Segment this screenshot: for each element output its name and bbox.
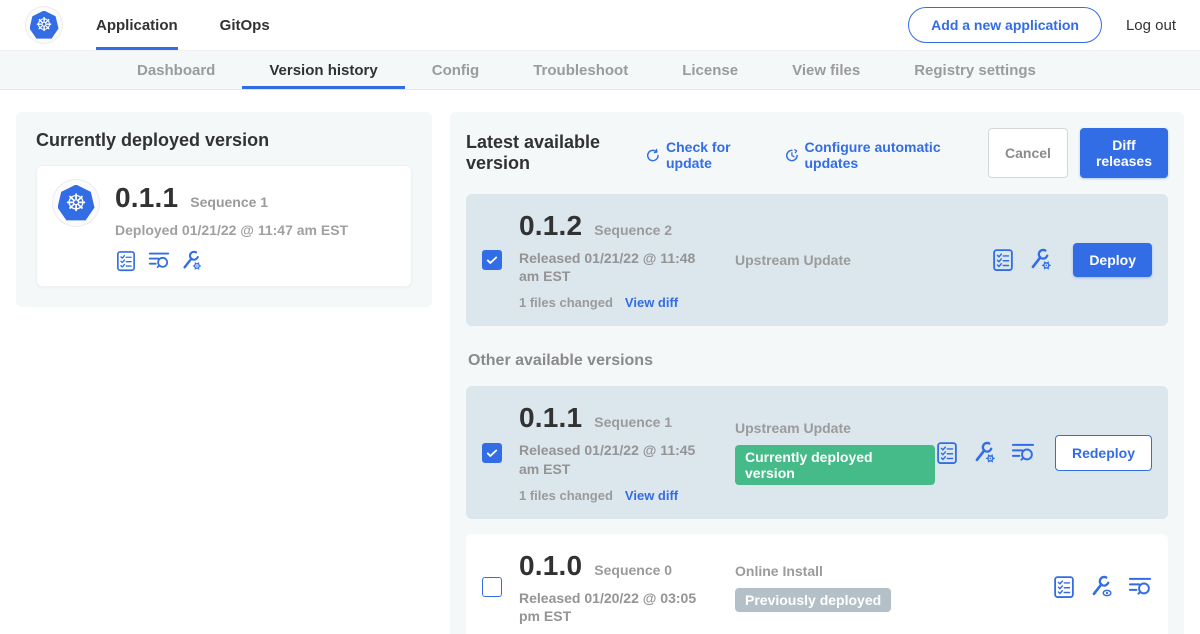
version-released: Released 01/21/22 @ 11:48 am EST xyxy=(519,249,714,285)
version-checkbox[interactable] xyxy=(482,577,502,597)
version-row-0-1-2: 0.1.2 Sequence 2 Released 01/21/22 @ 11:… xyxy=(466,194,1168,326)
config-wrench-eye-icon[interactable] xyxy=(1090,575,1114,599)
version-sequence: Sequence 2 xyxy=(594,222,672,238)
files-changed: 1 files changed xyxy=(519,295,613,310)
version-number: 0.1.1 xyxy=(519,402,582,434)
version-row-0-1-0: 0.1.0 Sequence 0 Released 01/20/22 @ 03:… xyxy=(466,534,1168,634)
version-checkbox[interactable] xyxy=(482,443,502,463)
tab-application-label: Application xyxy=(96,17,178,34)
view-diff-link[interactable]: View diff xyxy=(625,295,678,310)
tab-dashboard-label: Dashboard xyxy=(137,62,215,79)
version-source: Online Install xyxy=(735,563,1052,579)
available-versions-panel: Latest available version Check for updat… xyxy=(450,112,1184,634)
version-source: Upstream Update xyxy=(735,252,991,268)
redeploy-button[interactable]: Redeploy xyxy=(1055,435,1152,471)
version-checkbox[interactable] xyxy=(482,250,502,270)
tab-troubleshoot[interactable]: Troubleshoot xyxy=(506,51,655,89)
previously-deployed-badge: Previously deployed xyxy=(735,588,891,612)
version-source: Upstream Update xyxy=(735,420,935,436)
version-sequence: Sequence 0 xyxy=(594,562,672,578)
tab-gitops[interactable]: GitOps xyxy=(220,0,270,50)
checkmark-icon xyxy=(485,446,499,460)
available-versions-header: Latest available version Check for updat… xyxy=(466,128,1168,178)
deployed-version-number: 0.1.1 xyxy=(115,182,178,214)
version-history-page: Currently deployed version ☸ 0.1.1 Seque… xyxy=(0,90,1200,634)
kubernetes-wheel-glyph: ☸ xyxy=(65,189,87,217)
config-wrench-gear-icon[interactable] xyxy=(973,441,997,465)
tab-version-history-label: Version history xyxy=(269,62,377,79)
latest-available-title: Latest available version xyxy=(466,132,632,174)
release-notes-search-icon[interactable] xyxy=(148,250,170,272)
app-icon: ☸ xyxy=(53,180,99,226)
tab-config-label: Config xyxy=(432,62,479,79)
checklist-icon[interactable] xyxy=(935,441,959,465)
app-sub-nav: Dashboard Version history Config Trouble… xyxy=(0,50,1200,90)
tab-registry-settings[interactable]: Registry settings xyxy=(887,51,1063,89)
tab-config[interactable]: Config xyxy=(405,51,506,89)
other-versions-title: Other available versions xyxy=(468,352,1168,370)
clock-refresh-icon xyxy=(785,147,799,164)
deployed-timestamp: Deployed 01/21/22 @ 11:47 am EST xyxy=(115,222,348,238)
release-notes-search-icon[interactable] xyxy=(1011,441,1035,465)
checkmark-icon xyxy=(485,253,499,267)
config-wrench-gear-icon[interactable] xyxy=(1029,248,1053,272)
tab-view-files-label: View files xyxy=(792,62,860,79)
tab-application[interactable]: Application xyxy=(96,0,178,50)
diff-releases-button[interactable]: Diff releases xyxy=(1080,128,1168,178)
tab-version-history[interactable]: Version history xyxy=(242,51,404,89)
kubernetes-wheel-glyph: ☸ xyxy=(35,14,52,36)
deploy-button[interactable]: Deploy xyxy=(1073,243,1152,277)
config-wrench-gear-icon[interactable] xyxy=(181,250,203,272)
checklist-icon[interactable] xyxy=(115,250,137,272)
view-diff-link[interactable]: View diff xyxy=(625,488,678,503)
checklist-icon[interactable] xyxy=(1052,575,1076,599)
top-nav: ☸ Application GitOps Add a new applicati… xyxy=(0,0,1200,50)
tab-license-label: License xyxy=(682,62,738,79)
add-new-application-button[interactable]: Add a new application xyxy=(908,7,1102,43)
version-released: Released 01/21/22 @ 11:45 am EST xyxy=(519,441,714,477)
check-for-update-label: Check for update xyxy=(666,139,759,171)
tab-registry-settings-label: Registry settings xyxy=(914,62,1036,79)
refresh-icon xyxy=(646,147,660,164)
version-number: 0.1.2 xyxy=(519,210,582,242)
version-row-0-1-1: 0.1.1 Sequence 1 Released 01/21/22 @ 11:… xyxy=(466,386,1168,518)
deployed-version-card: ☸ 0.1.1 Sequence 1 Deployed 01/21/22 @ 1… xyxy=(36,165,412,287)
check-for-update-link[interactable]: Check for update xyxy=(646,139,758,171)
logout-link[interactable]: Log out xyxy=(1126,17,1176,34)
version-sequence: Sequence 1 xyxy=(594,414,672,430)
tab-dashboard[interactable]: Dashboard xyxy=(110,51,242,89)
release-notes-search-icon[interactable] xyxy=(1128,575,1152,599)
configure-automatic-updates-link[interactable]: Configure automatic updates xyxy=(785,139,962,171)
currently-deployed-panel: Currently deployed version ☸ 0.1.1 Seque… xyxy=(16,112,432,307)
checklist-icon[interactable] xyxy=(991,248,1015,272)
app-logo[interactable]: ☸ xyxy=(26,0,62,50)
tab-troubleshoot-label: Troubleshoot xyxy=(533,62,628,79)
tab-view-files[interactable]: View files xyxy=(765,51,887,89)
version-released: Released 01/20/22 @ 03:05 pm EST xyxy=(519,589,714,625)
kubernetes-logo-icon: ☸ xyxy=(26,7,62,43)
currently-deployed-title: Currently deployed version xyxy=(36,130,412,151)
cancel-button[interactable]: Cancel xyxy=(988,128,1068,178)
version-number: 0.1.0 xyxy=(519,550,582,582)
configure-automatic-updates-label: Configure automatic updates xyxy=(804,139,962,171)
currently-deployed-badge: Currently deployed version xyxy=(735,445,935,485)
tab-license[interactable]: License xyxy=(655,51,765,89)
top-nav-tabs: Application GitOps xyxy=(96,0,270,50)
files-changed: 1 files changed xyxy=(519,488,613,503)
tab-gitops-label: GitOps xyxy=(220,17,270,34)
deployed-version-sequence: Sequence 1 xyxy=(190,194,268,210)
